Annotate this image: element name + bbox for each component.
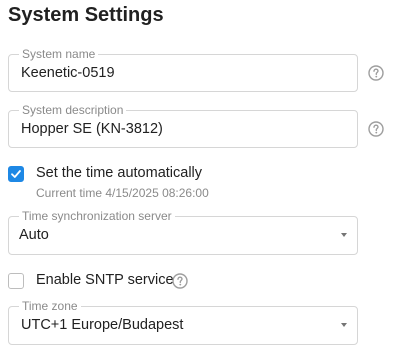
current-time-text: Current time 4/15/2025 08:26:00 bbox=[36, 186, 209, 200]
time-zone-select[interactable]: Time zone UTC+1 Europe/Budapest bbox=[8, 299, 358, 345]
time-zone-label: Time zone bbox=[19, 299, 81, 313]
page-title: System Settings bbox=[8, 4, 164, 26]
auto-time-checkbox[interactable] bbox=[8, 166, 24, 182]
help-circle-icon[interactable] bbox=[368, 65, 384, 81]
system-description-label: System description bbox=[19, 103, 127, 117]
system-description-input[interactable] bbox=[21, 121, 341, 138]
chevron-down-icon bbox=[341, 323, 347, 327]
system-description-field[interactable]: System description bbox=[8, 103, 358, 148]
system-name-field[interactable]: System name bbox=[8, 47, 358, 92]
auto-time-label[interactable]: Set the time automatically bbox=[36, 165, 202, 182]
help-circle-icon[interactable] bbox=[172, 273, 188, 289]
time-server-label: Time synchronization server bbox=[19, 209, 175, 223]
sntp-label[interactable]: Enable SNTP service bbox=[36, 272, 174, 289]
chevron-down-icon bbox=[341, 233, 347, 237]
system-name-label: System name bbox=[19, 47, 99, 61]
check-icon bbox=[11, 170, 21, 178]
time-server-select[interactable]: Time synchronization server Auto bbox=[8, 209, 358, 255]
help-circle-icon[interactable] bbox=[368, 121, 384, 137]
sntp-checkbox[interactable] bbox=[8, 273, 24, 289]
system-name-input[interactable] bbox=[21, 65, 341, 82]
time-server-value: Auto bbox=[19, 227, 49, 243]
time-zone-value: UTC+1 Europe/Budapest bbox=[21, 317, 184, 333]
